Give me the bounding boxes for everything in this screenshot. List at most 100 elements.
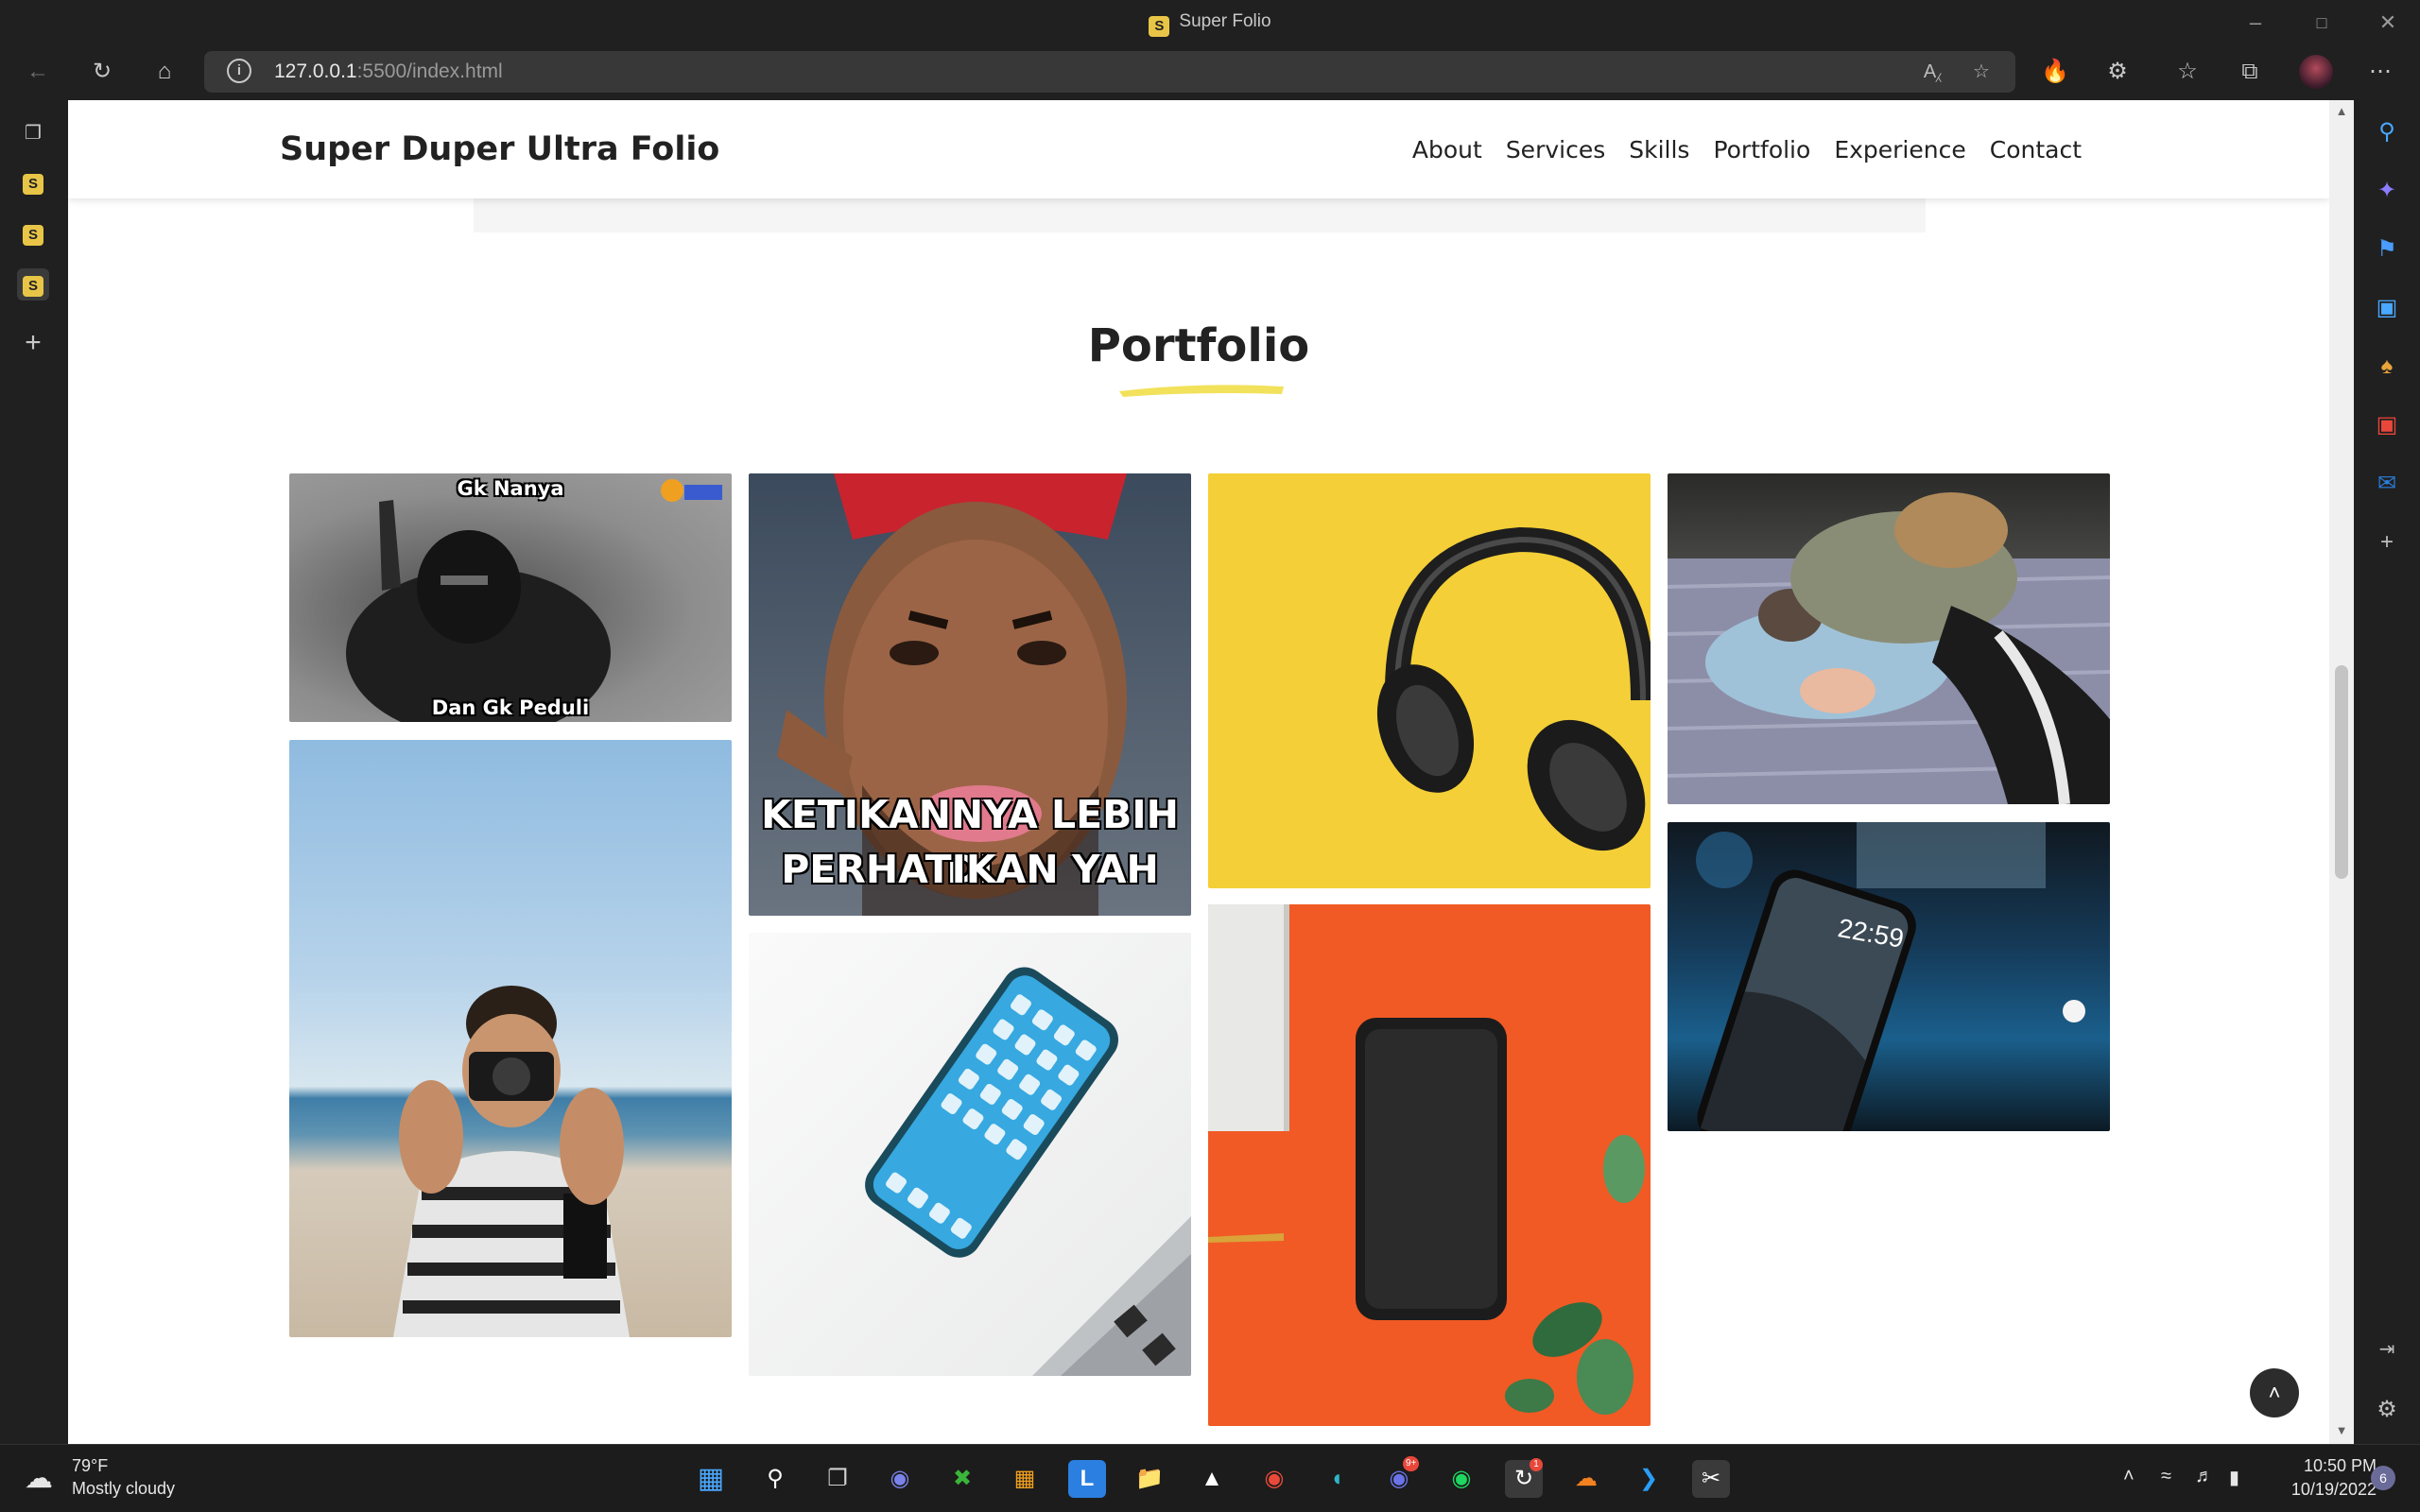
scrollbar-thumb[interactable] (2335, 665, 2348, 879)
more-menu-icon[interactable]: ⋯ (2363, 55, 2397, 89)
vertical-tabs-pane: ❐ S S S + (0, 98, 66, 1444)
start-menu-icon[interactable]: ▦ (692, 1460, 730, 1498)
tab-super-folio-3[interactable]: S (17, 268, 49, 301)
snipping-tool-icon[interactable]: ✂ (1692, 1460, 1730, 1498)
outlook-icon[interactable]: ✉ (2370, 467, 2404, 501)
flame-extension-icon[interactable]: 🔥 (2038, 55, 2072, 89)
portfolio-item-phone-lockscreen[interactable]: 22:59 (1668, 822, 2110, 1131)
site-brand[interactable]: Super Duper Ultra Folio (280, 130, 719, 168)
office-icon[interactable]: ▣ (2370, 408, 2404, 442)
discord-icon[interactable]: ◉ 9+ (1380, 1456, 1420, 1498)
meme-caption-line2: PERHATIKAN YAH (781, 847, 1159, 892)
launcher-l-icon[interactable]: L (1068, 1460, 1106, 1498)
system-clock[interactable]: 10:50 PM 10/19/2022 (2259, 1456, 2377, 1500)
store-icon[interactable]: ▦ (1006, 1460, 1044, 1498)
window-title: S Super Folio (0, 11, 2420, 37)
volume-icon[interactable]: ♬ (2195, 1466, 2214, 1487)
site-navbar: Super Duper Ultra Folio About Services S… (68, 100, 2329, 198)
scroll-up-arrow[interactable]: ▲ (2334, 104, 2349, 119)
new-tab-button[interactable]: + (17, 327, 49, 359)
show-hidden-icons-chevron[interactable]: ˄ (2123, 1466, 2135, 1487)
weather-temp: 79°F (72, 1456, 109, 1475)
battery-icon[interactable]: ▮ (2229, 1466, 2239, 1489)
nav-portfolio[interactable]: Portfolio (1713, 136, 1810, 163)
page-viewport: Super Duper Ultra Folio About Services S… (68, 100, 2329, 1444)
games-icon[interactable]: ♠ (2370, 350, 2404, 384)
chat-icon[interactable]: ◉ (881, 1460, 919, 1498)
meme-top-caption: Gk Nanya (457, 477, 564, 500)
cloud-moon-icon: ☁ (25, 1463, 53, 1494)
nav-about[interactable]: About (1412, 136, 1482, 163)
site-favicon: S (1149, 16, 1170, 37)
minimize-button[interactable]: – (2237, 9, 2274, 36)
file-explorer-icon[interactable]: 📁 (1131, 1460, 1168, 1498)
headphones-image (1376, 526, 1651, 851)
url-text[interactable]: 127.0.0.1:5500/index.html (274, 60, 503, 83)
close-window-button[interactable]: ✕ (2369, 9, 2407, 36)
back-to-top-button[interactable]: ˄ (2250, 1368, 2299, 1418)
iphone-laptop-image (865, 967, 1191, 1376)
nav-contact[interactable]: Contact (1990, 136, 2082, 163)
hide-sidebar-icon[interactable]: ⇥ (2370, 1332, 2404, 1366)
tab-actions-icon[interactable]: ❐ (17, 117, 49, 149)
portfolio-item-meme-gk-nanya[interactable]: Gk Nanya Dan Gk Peduli (289, 473, 732, 722)
page-scrollbar[interactable]: ▲ ▼ (2329, 100, 2354, 1444)
refresh-icon[interactable]: ↻ (85, 55, 119, 89)
tab-super-folio-1[interactable]: S (17, 166, 49, 198)
sidebar-settings-icon[interactable]: ⚙ (2370, 1393, 2404, 1427)
sync-app-icon[interactable]: ↻ 1 (1505, 1458, 1543, 1498)
favorites-icon[interactable]: ☆ (2170, 55, 2204, 89)
chrome-icon[interactable]: ◉ (1255, 1460, 1293, 1498)
portfolio-item-phone-orange[interactable] (1208, 904, 1651, 1426)
discord-badge: 9+ (1403, 1456, 1420, 1471)
task-view-icon[interactable]: ❐ (819, 1460, 856, 1498)
wifi-icon[interactable]: ≈ (2161, 1466, 2171, 1487)
discover-icon[interactable]: ✦ (2370, 174, 2404, 208)
meme-bottom-caption: Dan Gk Peduli (431, 696, 590, 719)
nav-experience[interactable]: Experience (1834, 136, 1965, 163)
profile-avatar[interactable] (2299, 55, 2333, 89)
add-sidebar-app-icon[interactable]: + (2370, 525, 2404, 559)
shopping-tag-icon[interactable]: ⚑ (2370, 232, 2404, 266)
xbox-icon[interactable]: ✖ (943, 1460, 981, 1498)
portfolio-item-headphones[interactable] (1208, 473, 1651, 888)
clock-time: 10:50 PM (2303, 1456, 2377, 1475)
sleeping-figure-image (1668, 492, 2110, 804)
tools-icon[interactable]: ▣ (2370, 291, 2404, 325)
scroll-down-arrow[interactable]: ▼ (2334, 1423, 2349, 1438)
portfolio-item-meme-ketikannya[interactable]: KETIKANNYA LEBIH DI PERHATIKAN YAH (749, 473, 1191, 916)
tab-super-folio-2[interactable]: S (17, 217, 49, 249)
portfolio-item-photographer[interactable] (289, 740, 732, 1337)
clock-date: 10/19/2022 (2290, 1480, 2377, 1499)
notification-count-badge[interactable]: 6 (2371, 1466, 2395, 1490)
portfolio-item-iphone-desk[interactable] (749, 933, 1191, 1376)
weather-condition: Mostly cloudy (72, 1479, 176, 1498)
site-nav-menu: About Services Skills Portfolio Experien… (1412, 136, 2082, 163)
spotify-icon[interactable]: ◉ (1443, 1460, 1480, 1498)
maximize-button[interactable]: □ (2303, 9, 2341, 36)
tab-favicon: S (23, 276, 43, 297)
inkscape-icon[interactable]: ▲ (1193, 1460, 1231, 1498)
window-title-text: Super Folio (1179, 11, 1271, 31)
search-icon[interactable]: ⚲ (2370, 115, 2404, 149)
address-bar[interactable]: i 127.0.0.1:5500/index.html A⁁ ☆ (204, 51, 2015, 93)
heading-underline (1119, 385, 1284, 397)
edge-icon[interactable]: ◖ (1318, 1460, 1356, 1498)
extensions-icon[interactable]: ⚙ (2100, 55, 2135, 89)
windows-taskbar: ☁ 79°F Mostly cloudy ▦ ⚲ ❐ ◉ ✖ ▦ L 📁 ▲ ◉… (0, 1444, 2420, 1512)
search-taskbar-icon[interactable]: ⚲ (756, 1460, 794, 1498)
url-path: :5500/index.html (356, 60, 503, 82)
vscode-icon[interactable]: ❯ (1630, 1460, 1668, 1498)
home-icon[interactable]: ⌂ (147, 55, 182, 89)
portfolio-item-cosplay[interactable] (1668, 473, 2110, 804)
info-icon[interactable]: i (227, 59, 251, 83)
cloudflare-icon[interactable]: ☁ (1567, 1460, 1605, 1498)
url-host: 127.0.0.1 (274, 60, 357, 82)
black-phone-image (1208, 904, 1645, 1415)
collections-icon[interactable]: ⧉ (2233, 55, 2267, 89)
back-icon[interactable]: ← (21, 55, 55, 89)
read-aloud-icon[interactable]: A⁁ (1917, 57, 1947, 87)
nav-services[interactable]: Services (1506, 136, 1605, 163)
add-favorite-icon[interactable]: ☆ (1966, 57, 1996, 87)
nav-skills[interactable]: Skills (1629, 136, 1689, 163)
